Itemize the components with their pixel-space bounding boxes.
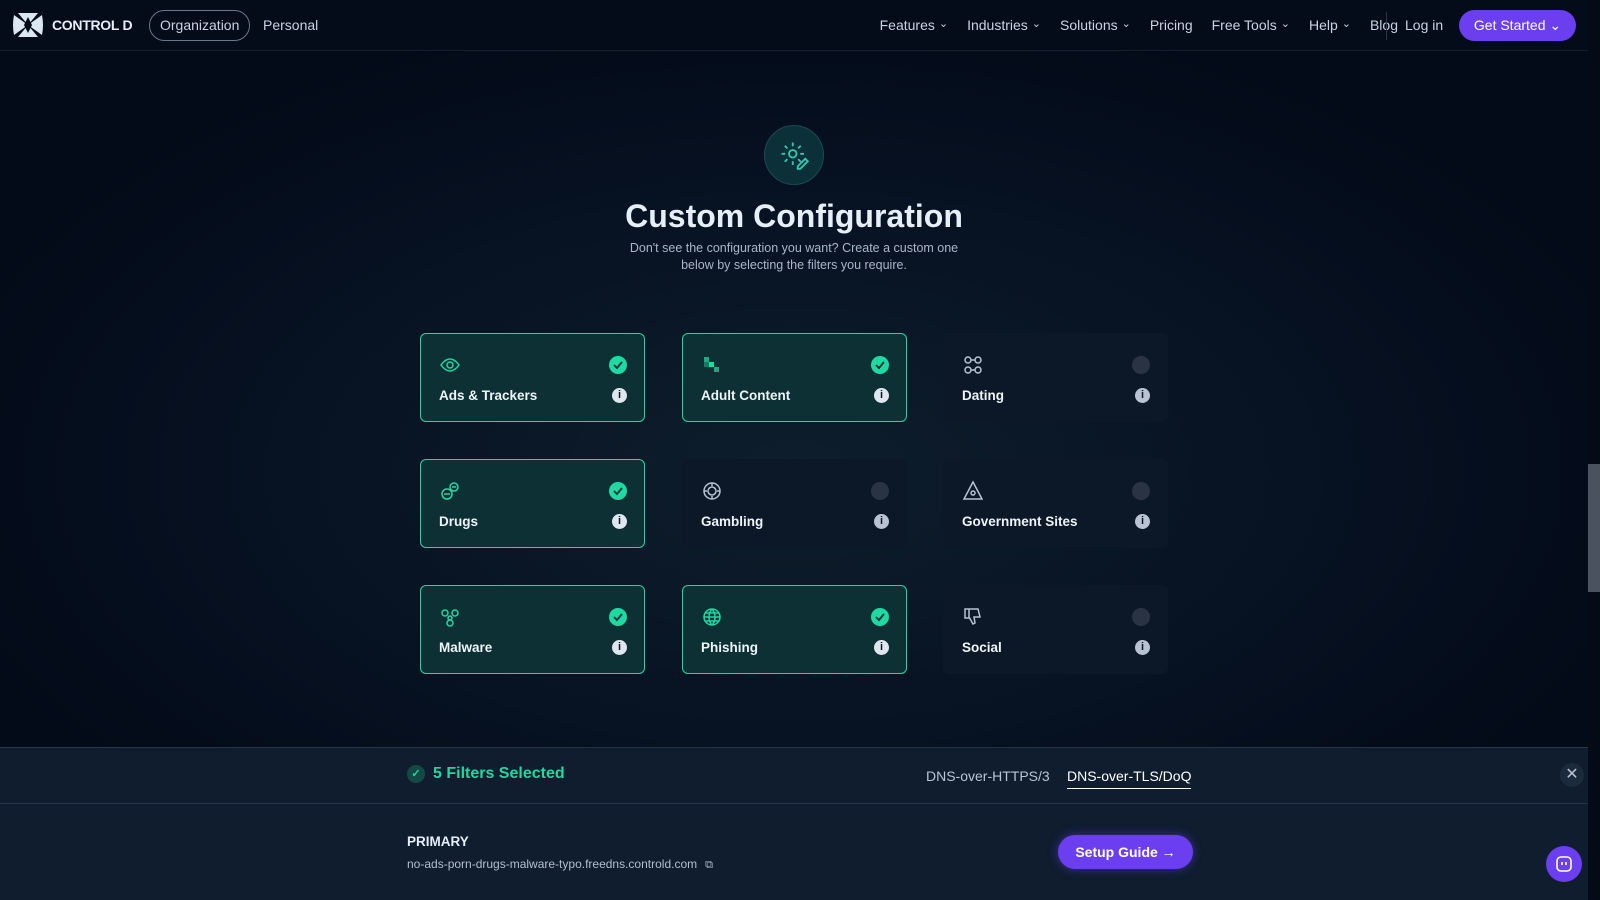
close-icon[interactable]: ✕ — [1560, 763, 1584, 787]
checked-toggle-icon[interactable] — [871, 608, 889, 626]
tab-personal[interactable]: Personal — [263, 17, 318, 33]
scrollbar-thumb[interactable] — [1588, 464, 1600, 592]
nav-divider — [1386, 12, 1387, 40]
menu-blog[interactable]: Blog — [1370, 17, 1398, 33]
filter-label: Social — [962, 640, 1002, 655]
filter-label: Dating — [962, 388, 1004, 403]
filter-card-malware[interactable]: Malware i — [420, 585, 645, 674]
info-icon[interactable]: i — [874, 640, 889, 655]
unchecked-toggle-icon[interactable] — [1132, 608, 1150, 626]
chat-icon — [1556, 856, 1572, 872]
filter-label: Drugs — [439, 514, 479, 529]
tab-doh[interactable]: DNS-over-HTTPS/3 — [926, 768, 1050, 788]
chat-widget-button[interactable] — [1546, 846, 1582, 882]
checked-toggle-icon[interactable] — [609, 482, 627, 500]
get-started-button[interactable]: Get Started ⌄ — [1459, 10, 1576, 41]
subtitle-line: below by selecting the filters you requi… — [681, 258, 907, 272]
filters-count: 5 Filters Selected — [433, 765, 565, 782]
menu-pricing[interactable]: Pricing — [1150, 17, 1193, 33]
menu-free-tools[interactable]: Free Tools — [1212, 17, 1290, 33]
primary-label: PRIMARY — [407, 834, 469, 849]
login-link[interactable]: Log in — [1405, 17, 1443, 33]
filter-card-ads-trackers[interactable]: Ads & Trackers i — [420, 333, 645, 422]
filter-label: Government Sites — [962, 514, 1078, 529]
chip-icon — [703, 482, 721, 500]
info-icon[interactable]: i — [874, 514, 889, 529]
filter-card-dating[interactable]: Dating i — [943, 333, 1168, 422]
check-icon: ✓ — [407, 765, 425, 783]
pills-icon — [441, 482, 459, 500]
thumbs-down-icon — [964, 608, 981, 625]
globe-icon — [703, 608, 721, 626]
unchecked-toggle-icon[interactable] — [1132, 482, 1150, 500]
filter-label: Adult Content — [701, 388, 791, 403]
gear-edit-icon — [764, 125, 824, 185]
controld-logo-icon — [13, 13, 43, 37]
info-icon[interactable]: i — [612, 388, 627, 403]
menu-industries[interactable]: Industries — [967, 17, 1041, 33]
hostname-row: no-ads-porn-drugs-malware-typo.freedns.c… — [407, 857, 713, 872]
filters-selected: ✓ 5 Filters Selected — [407, 765, 565, 783]
dating-icon — [964, 356, 982, 374]
setup-guide-button[interactable]: Setup Guide → — [1058, 835, 1193, 869]
filter-label: Malware — [439, 640, 493, 655]
tab-dot-doq[interactable]: DNS-over-TLS/DoQ — [1067, 768, 1192, 789]
tab-organization[interactable]: Organization — [149, 10, 251, 41]
unchecked-toggle-icon[interactable] — [1132, 356, 1150, 374]
info-icon[interactable]: i — [1135, 514, 1150, 529]
pyramid-icon — [962, 480, 984, 500]
menu-help[interactable]: Help — [1309, 17, 1351, 33]
checked-toggle-icon[interactable] — [871, 356, 889, 374]
unchecked-toggle-icon[interactable] — [871, 482, 889, 500]
brand-logo[interactable]: CONTROL D — [12, 13, 133, 37]
info-icon[interactable]: i — [1135, 388, 1150, 403]
subtitle-line: Don't see the configuration you want? Cr… — [629, 241, 959, 255]
filter-card-phishing[interactable]: Phishing i — [682, 585, 907, 674]
biohazard-icon — [441, 609, 459, 627]
selection-panel: ✓ 5 Filters Selected DNS-over-HTTPS/3 DNS… — [0, 747, 1588, 900]
filter-label: Gambling — [701, 514, 764, 529]
filter-card-gambling[interactable]: Gambling i — [682, 459, 907, 548]
info-icon[interactable]: i — [612, 640, 627, 655]
page-title: Custom Configuration — [625, 198, 963, 234]
filter-label: Ads & Trackers — [439, 388, 538, 403]
filter-label: Phishing — [701, 640, 758, 655]
scrollbar[interactable] — [1588, 0, 1600, 900]
eye-icon — [440, 358, 460, 372]
checked-toggle-icon[interactable] — [609, 608, 627, 626]
copy-icon[interactable]: ⧉ — [705, 859, 713, 871]
info-icon[interactable]: i — [612, 514, 627, 529]
brand-name: CONTROL D — [52, 17, 133, 33]
info-icon[interactable]: i — [1135, 640, 1150, 655]
filter-card-government-sites[interactable]: Government Sites i — [943, 459, 1168, 548]
filter-card-drugs[interactable]: Drugs i — [420, 459, 645, 548]
filter-card-adult-content[interactable]: Adult Content i — [682, 333, 907, 422]
panel-divider — [0, 803, 1588, 804]
menu-solutions[interactable]: Solutions — [1060, 17, 1131, 33]
checked-toggle-icon[interactable] — [609, 356, 627, 374]
hostname: no-ads-porn-drugs-malware-typo.freedns.c… — [407, 857, 698, 871]
menu-features[interactable]: Features — [880, 17, 948, 33]
top-nav: CONTROL D Organization Personal Features… — [0, 0, 1588, 51]
page-subtitle: Don't see the configuration you want? Cr… — [0, 240, 1588, 274]
pixel-icon — [704, 357, 719, 372]
main-menu: Features Industries Solutions Pricing Fr… — [880, 17, 1398, 33]
info-icon[interactable]: i — [874, 388, 889, 403]
filter-card-social[interactable]: Social i — [943, 585, 1168, 674]
